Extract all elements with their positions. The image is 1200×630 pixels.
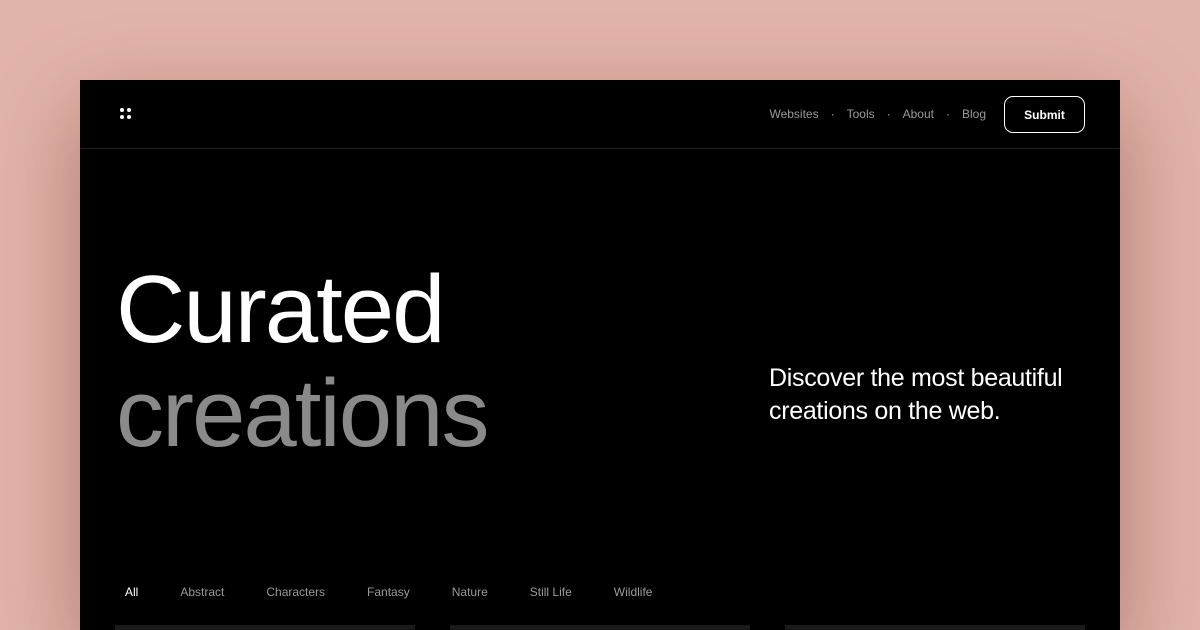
- filter-still-life[interactable]: Still Life: [530, 585, 572, 599]
- filter-all[interactable]: All: [125, 585, 138, 599]
- app-window: Websites · Tools · About · Blog Submit C…: [80, 80, 1120, 630]
- filter-abstract[interactable]: Abstract: [180, 585, 224, 599]
- hero-tagline: Discover the most beautiful creations on…: [769, 364, 1063, 425]
- nav-item-websites[interactable]: Websites: [769, 107, 818, 121]
- gallery-card[interactable]: [785, 625, 1085, 630]
- submit-button[interactable]: Submit: [1004, 96, 1085, 133]
- nav-item-about[interactable]: About: [903, 107, 934, 121]
- filter-nature[interactable]: Nature: [452, 585, 488, 599]
- filter-fantasy[interactable]: Fantasy: [367, 585, 410, 599]
- nav-item-tools[interactable]: Tools: [847, 107, 875, 121]
- filter-characters[interactable]: Characters: [266, 585, 325, 599]
- logo-dot: [120, 115, 124, 119]
- logo-dot: [120, 108, 124, 112]
- top-bar: Websites · Tools · About · Blog Submit: [80, 80, 1120, 149]
- nav-item-blog[interactable]: Blog: [962, 107, 986, 121]
- gallery-card[interactable]: [450, 625, 750, 630]
- filter-wildlife[interactable]: Wildlife: [614, 585, 653, 599]
- hero-title-line2: creations: [116, 360, 490, 467]
- nav-separator: ·: [830, 107, 835, 121]
- main-nav: Websites · Tools · About · Blog: [769, 80, 986, 148]
- nav-separator: ·: [886, 107, 891, 121]
- hero-title-line1: Curated: [116, 256, 446, 363]
- hero-title: Curated creations: [116, 256, 490, 467]
- logo-dot: [127, 115, 131, 119]
- category-filters: All Abstract Characters Fantasy Nature S…: [125, 585, 694, 599]
- logo-dot: [127, 108, 131, 112]
- nav-separator: ·: [945, 107, 950, 121]
- four-dots-icon[interactable]: [120, 108, 132, 120]
- gallery-card[interactable]: [115, 625, 415, 630]
